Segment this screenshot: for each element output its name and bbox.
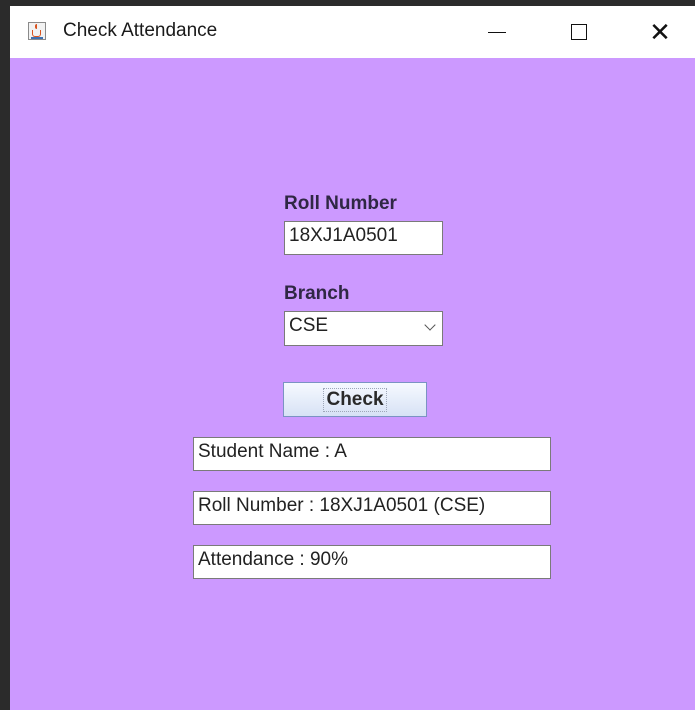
- close-icon: ✕: [649, 17, 671, 47]
- roll-number-label: Roll Number: [284, 193, 397, 214]
- attendance-field[interactable]: Attendance : 90%: [193, 545, 551, 579]
- branch-selected-value: CSE: [289, 315, 329, 336]
- check-button[interactable]: Check: [283, 382, 427, 417]
- window-title: Check Attendance: [63, 20, 218, 41]
- close-button[interactable]: ✕: [630, 6, 690, 58]
- title-bar[interactable]: Check Attendance ✕: [10, 6, 695, 58]
- branch-label: Branch: [284, 283, 350, 304]
- student-name-field[interactable]: Student Name : A: [193, 437, 551, 471]
- roll-number-input[interactable]: 18XJ1A0501: [284, 221, 443, 255]
- check-button-label: Check: [323, 387, 387, 412]
- branch-select[interactable]: CSE: [284, 311, 443, 346]
- roll-number-result-field[interactable]: Roll Number : 18XJ1A0501 (CSE): [193, 491, 551, 525]
- app-window: Check Attendance ✕ Roll Number 18XJ1A050…: [10, 6, 695, 710]
- java-cup-icon[interactable]: [28, 22, 46, 40]
- minimize-button[interactable]: [467, 6, 527, 58]
- maximize-icon: [571, 24, 587, 40]
- maximize-button[interactable]: [549, 6, 609, 58]
- minimize-icon: [488, 31, 506, 33]
- chevron-down-icon: [424, 319, 436, 331]
